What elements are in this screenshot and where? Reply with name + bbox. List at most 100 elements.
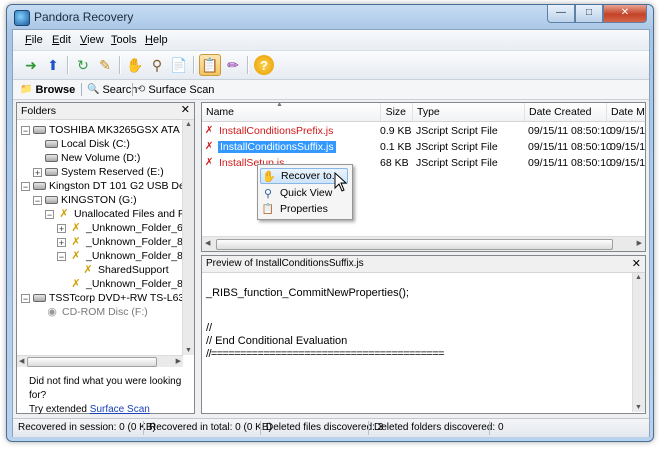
collapse-icon[interactable]: − — [21, 293, 30, 303]
tree-node-label: New Volume (D:) — [61, 152, 141, 164]
mouse-pointer-icon — [334, 172, 348, 192]
surface-scan-link[interactable]: Surface Scan — [90, 404, 150, 415]
expand-icon[interactable]: + — [33, 167, 42, 177]
collapse-icon[interactable]: − — [21, 125, 30, 135]
scrollbar-thumb[interactable] — [216, 239, 613, 250]
context-menu-label: Recover to... — [281, 170, 341, 182]
tree-node-toshiba[interactable]: − TOSHIBA MK3265GSX ATA Device — [21, 123, 183, 137]
menu-bar: File Edit View Tools Help — [13, 30, 649, 51]
context-menu-properties[interactable]: 📋 Properties — [260, 201, 348, 217]
status-recovered-total: Recovered in total: 0 (0 KB) — [149, 422, 272, 433]
expand-icon[interactable]: + — [57, 237, 66, 247]
tree-node-kingston-g[interactable]: − KINGSTON (G:) — [33, 193, 137, 207]
quick-view-icon[interactable]: 📄 — [169, 55, 189, 75]
table-row[interactable]: ✗ InstallConditionsSuffix.js 0.1 KB JScr… — [202, 140, 645, 155]
recover-icon[interactable]: ✋ — [125, 55, 145, 75]
deleted-folder-icon: ✗ — [59, 208, 69, 220]
up-arrow-icon[interactable]: ⬆ — [43, 55, 63, 75]
tree-node-cdrom-f[interactable]: ◉ CD-ROM Disc (F:) — [45, 305, 148, 319]
preview-code-line: // — [206, 322, 213, 334]
tree-node-unknown-64[interactable]: + ✗ _Unknown_Folder_64 — [57, 221, 183, 235]
maximize-button[interactable]: □ — [575, 5, 603, 23]
column-size[interactable]: Size — [380, 103, 410, 121]
scroll-down-icon[interactable]: ▼ — [635, 404, 642, 411]
collapse-icon[interactable]: − — [21, 181, 30, 191]
tree-node-label: _Unknown_Folder_82 — [86, 250, 183, 262]
scan-icon[interactable]: ✎ — [95, 55, 115, 75]
tree-node-new-volume-d[interactable]: New Volume (D:) — [45, 151, 140, 165]
file-name: InstallConditionsPrefix.js — [219, 125, 334, 137]
folders-horizontal-scrollbar[interactable]: ◀ ▶ — [17, 355, 183, 367]
search-icon[interactable]: ⚲ — [147, 55, 167, 75]
scroll-up-icon[interactable]: ▲ — [635, 274, 642, 281]
surface-scan-hint: Did not find what you were looking for? … — [29, 375, 189, 417]
tab-browse[interactable]: 📁 Browse — [17, 82, 78, 97]
disk-icon — [45, 196, 58, 204]
tree-node-label: CD-ROM Disc (F:) — [62, 306, 148, 318]
tree-node-unknown-82[interactable]: − ✗ _Unknown_Folder_82 — [57, 249, 183, 263]
title-bar[interactable]: Pandora Recovery — □ ✕ — [7, 5, 653, 29]
column-date-modified[interactable]: Date Mo — [606, 103, 645, 121]
preview-vertical-scrollbar[interactable]: ▲ ▼ — [632, 273, 645, 412]
scrollbar-thumb[interactable] — [27, 357, 157, 367]
tree-node-sharedsupport[interactable]: ✗ SharedSupport — [81, 263, 169, 277]
deleted-folder-icon: ✗ — [71, 222, 81, 234]
folders-pane: Folders ✕ − TOSHIBA MK3265GSX ATA Device … — [16, 102, 195, 417]
deleted-folder-icon: ✗ — [83, 264, 93, 276]
menu-view[interactable]: View — [80, 34, 104, 46]
menu-tools[interactable]: Tools — [111, 34, 137, 46]
recover-icon: ✋ — [262, 170, 276, 183]
disk-icon — [45, 168, 58, 176]
cd-icon: ◉ — [47, 306, 57, 318]
tree-node-unallocated[interactable]: −✗ Unallocated Files and Folders — [45, 207, 183, 221]
column-date-created[interactable]: Date Created — [524, 103, 606, 121]
preview-header: Preview of InstallConditionsSuffix.js ✕ — [202, 256, 645, 273]
tree-node-unknown-87[interactable]: ✗ _Unknown_Folder_87 — [69, 277, 183, 291]
help-icon[interactable]: ? — [254, 55, 274, 75]
scroll-down-icon[interactable]: ▼ — [185, 347, 192, 354]
toolbar-separator — [193, 56, 195, 74]
tree-node-label: _Unknown_Folder_81 — [86, 236, 183, 248]
app-icon — [14, 10, 30, 26]
scroll-right-icon[interactable]: ▶ — [176, 357, 181, 365]
minimize-button[interactable]: — — [547, 5, 575, 23]
collapse-icon[interactable]: − — [57, 251, 66, 261]
back-arrow-icon[interactable]: ➜ — [21, 55, 41, 75]
tree-node-label: _Unknown_Folder_87 — [86, 278, 183, 290]
collapse-icon[interactable]: − — [33, 195, 42, 205]
status-bar: Recovered in session: 0 (0 KB) Recovered… — [13, 418, 649, 437]
tree-node-unknown-81[interactable]: + ✗ _Unknown_Folder_81 — [57, 235, 183, 249]
column-type[interactable]: Type — [412, 103, 524, 121]
scroll-left-icon[interactable]: ◀ — [19, 357, 24, 365]
expand-icon[interactable]: + — [57, 223, 66, 233]
browse-view-icon[interactable]: 📋 — [199, 54, 221, 76]
close-icon[interactable]: ✕ — [632, 257, 641, 270]
file-date-modified: 09/15/1 — [610, 125, 646, 137]
preview-code-line: // End Conditional Evaluation — [206, 335, 348, 347]
tree-node-local-disk-c[interactable]: Local Disk (C:) — [45, 137, 130, 151]
scroll-up-icon[interactable]: ▲ — [185, 121, 192, 128]
menu-help[interactable]: Help — [145, 34, 168, 46]
tab-surface-scan[interactable]: ⟲ Surface Scan — [134, 82, 217, 97]
scroll-right-icon[interactable]: ▶ — [637, 239, 642, 247]
column-name[interactable]: Name — [202, 103, 380, 121]
file-list-horizontal-scrollbar[interactable]: ◀ ▶ — [202, 236, 645, 251]
menu-file[interactable]: File — [25, 34, 43, 46]
dvd-drive-icon — [33, 294, 46, 302]
refresh-icon[interactable]: ↻ — [73, 55, 93, 75]
scroll-left-icon[interactable]: ◀ — [205, 239, 210, 247]
tree-node-kingston-device[interactable]: − Kingston DT 101 G2 USB Device — [21, 179, 183, 193]
menu-edit[interactable]: Edit — [52, 34, 71, 46]
folders-vertical-scrollbar[interactable]: ▲ ▼ — [182, 120, 194, 355]
close-icon[interactable]: ✕ — [181, 103, 190, 116]
tree-node-system-reserved-e[interactable]: + System Reserved (E:) — [33, 165, 164, 179]
collapse-icon[interactable]: − — [45, 209, 54, 219]
table-row[interactable]: ✗ InstallConditionsPrefix.js 0.9 KB JScr… — [202, 124, 645, 139]
pencil-icon[interactable]: ✏ — [223, 55, 243, 75]
close-button[interactable]: ✕ — [603, 5, 647, 23]
file-type: JScript Script File — [416, 141, 498, 153]
tree-node-tsstcorp[interactable]: − TSSTcorp DVD+-RW TS-L633C ATA — [21, 291, 183, 305]
tree-node-label: SharedSupport — [98, 264, 169, 276]
magnifier-icon: ⚲ — [263, 187, 273, 200]
tree-node-label: _Unknown_Folder_64 — [86, 222, 183, 234]
